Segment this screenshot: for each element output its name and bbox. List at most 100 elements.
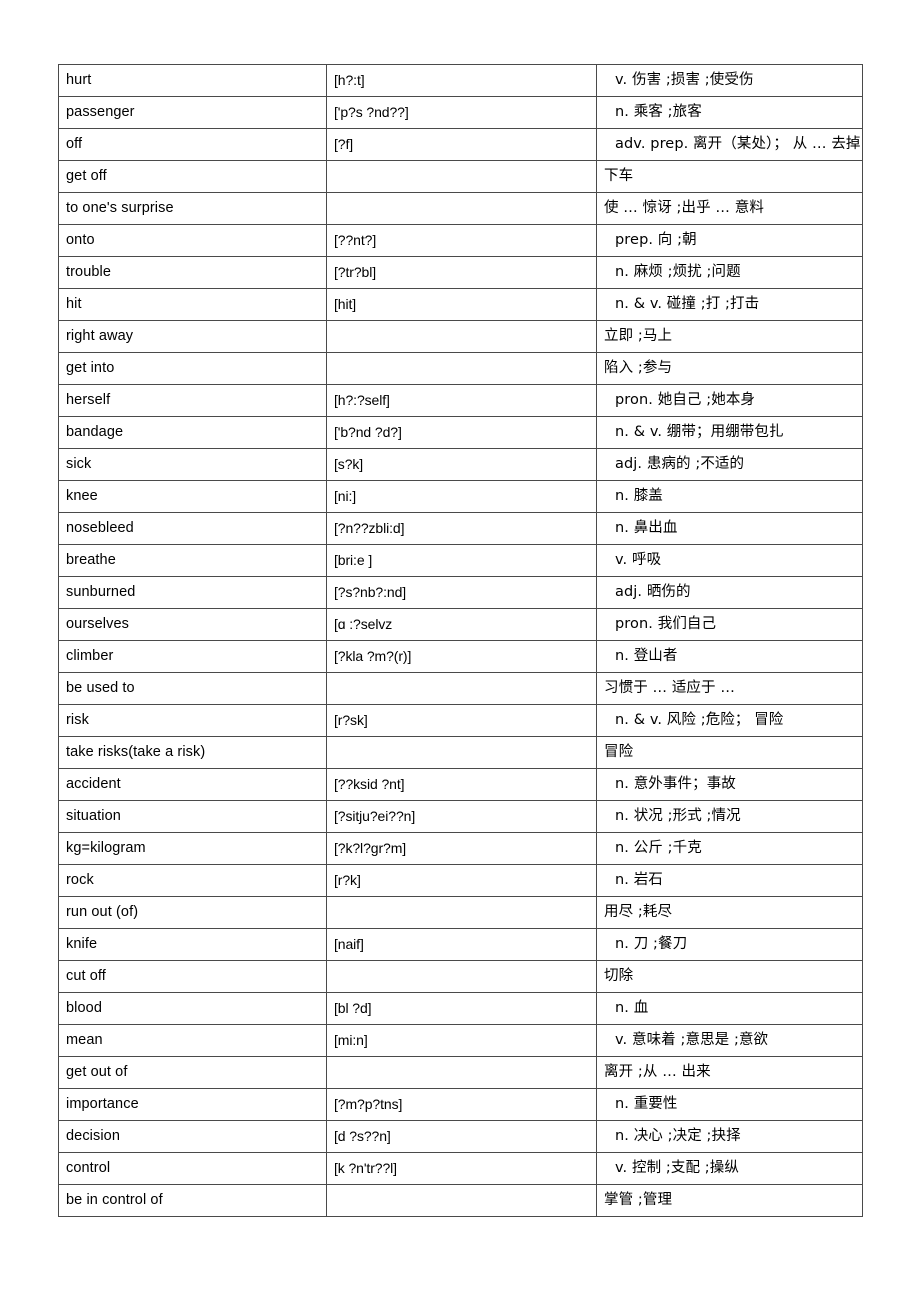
table-row: right away 立即 ;马上 — [58, 320, 863, 353]
table-row: run out (of) 用尽 ;耗尽 — [58, 896, 863, 929]
phonetic-cell — [326, 192, 597, 225]
word-cell: breathe — [58, 544, 327, 577]
definition-cell: n. & v. 碰撞 ;打 ;打击 — [596, 288, 863, 321]
table-row: knife [naif] n. 刀 ;餐刀 — [58, 928, 863, 961]
word-cell: sunburned — [58, 576, 327, 609]
definition-cell: adv. prep. 离开（某处）； 从 … 去掉 — [596, 128, 863, 161]
phonetic-cell: [?sitju?ei??n] — [326, 800, 597, 833]
table-row: off [?f] adv. prep. 离开（某处）； 从 … 去掉 — [58, 128, 863, 161]
phonetic-cell: [r?sk] — [326, 704, 597, 737]
table-row: kg=kilogram [?k?l?gr?m] n. 公斤 ;千克 — [58, 832, 863, 865]
definition-cell: n. 公斤 ;千克 — [596, 832, 863, 865]
phonetic-cell: [?k?l?gr?m] — [326, 832, 597, 865]
phonetic-cell: [ni:] — [326, 480, 597, 513]
phonetic-cell: [k ?n'tr??l] — [326, 1152, 597, 1185]
definition-cell: n. 麻烦 ;烦扰 ;问题 — [596, 256, 863, 289]
definition-cell: n. 岩石 — [596, 864, 863, 897]
word-cell: situation — [58, 800, 327, 833]
phonetic-cell: [h?:?self] — [326, 384, 597, 417]
definition-cell: n. 乘客 ;旅客 — [596, 96, 863, 129]
word-cell: kg=kilogram — [58, 832, 327, 865]
phonetic-cell: [?kla ?m?(r)] — [326, 640, 597, 673]
table-row: hurt [h?:t] v. 伤害 ;损害 ;使受伤 — [58, 64, 863, 97]
phonetic-cell: [??ksid ?nt] — [326, 768, 597, 801]
word-cell: herself — [58, 384, 327, 417]
word-cell: sick — [58, 448, 327, 481]
word-cell: rock — [58, 864, 327, 897]
word-cell: accident — [58, 768, 327, 801]
word-cell: take risks(take a risk) — [58, 736, 327, 769]
word-cell: mean — [58, 1024, 327, 1057]
phonetic-cell: [s?k] — [326, 448, 597, 481]
table-row: get into 陷入 ;参与 — [58, 352, 863, 385]
definition-cell: 习惯于 … 适应于 … — [596, 672, 863, 705]
definition-cell: n. & v. 风险 ;危险； 冒险 — [596, 704, 863, 737]
word-cell: to one's surprise — [58, 192, 327, 225]
word-cell: risk — [58, 704, 327, 737]
definition-cell: v. 呼吸 — [596, 544, 863, 577]
definition-cell: 离开 ;从 … 出来 — [596, 1056, 863, 1089]
definition-cell: v. 伤害 ;损害 ;使受伤 — [596, 64, 863, 97]
word-cell: onto — [58, 224, 327, 257]
phonetic-cell — [326, 1056, 597, 1089]
phonetic-cell: [??nt?] — [326, 224, 597, 257]
word-cell: get into — [58, 352, 327, 385]
table-row: cut off 切除 — [58, 960, 863, 993]
definition-cell: 立即 ;马上 — [596, 320, 863, 353]
word-cell: get off — [58, 160, 327, 193]
word-cell: off — [58, 128, 327, 161]
vocabulary-table: hurt [h?:t] v. 伤害 ;损害 ;使受伤 passenger ['p?s ?… — [58, 64, 863, 1217]
definition-cell: 切除 — [596, 960, 863, 993]
phonetic-cell: [bl ?d] — [326, 992, 597, 1025]
phonetic-cell — [326, 160, 597, 193]
word-cell: bandage — [58, 416, 327, 449]
definition-cell: n. 重要性 — [596, 1088, 863, 1121]
definition-cell: pron. 她自己 ;她本身 — [596, 384, 863, 417]
table-row: bandage ['b?nd ?d?] n. & v. 绷带；用绷带包扎 — [58, 416, 863, 449]
table-row: importance [?m?p?tns] n. 重要性 — [58, 1088, 863, 1121]
table-row: blood [bl ?d] n. 血 — [58, 992, 863, 1025]
table-row: sunburned [?s?nb?:nd] adj. 晒伤的 — [58, 576, 863, 609]
word-cell: ourselves — [58, 608, 327, 641]
word-cell: hurt — [58, 64, 327, 97]
phonetic-cell: [h?:t] — [326, 64, 597, 97]
word-cell: run out (of) — [58, 896, 327, 929]
word-cell: get out of — [58, 1056, 327, 1089]
word-cell: climber — [58, 640, 327, 673]
definition-cell: 冒险 — [596, 736, 863, 769]
definition-cell: n. 决心 ;决定 ;抉择 — [596, 1120, 863, 1153]
table-row: onto [??nt?] prep. 向 ;朝 — [58, 224, 863, 257]
definition-cell: n. 鼻出血 — [596, 512, 863, 545]
word-cell: knife — [58, 928, 327, 961]
phonetic-cell — [326, 960, 597, 993]
table-row: to one's surprise 使 … 惊讶 ;出乎 … 意料 — [58, 192, 863, 225]
word-cell: passenger — [58, 96, 327, 129]
vocabulary-table-body: hurt [h?:t] v. 伤害 ;损害 ;使受伤 passenger ['p?s ?… — [58, 64, 863, 1217]
definition-cell: 掌管 ;管理 — [596, 1184, 863, 1217]
definition-cell: n. & v. 绷带；用绷带包扎 — [596, 416, 863, 449]
definition-cell: n. 膝盖 — [596, 480, 863, 513]
phonetic-cell: [bri:e ] — [326, 544, 597, 577]
table-row: breathe [bri:e ] v. 呼吸 — [58, 544, 863, 577]
definition-cell: 使 … 惊讶 ;出乎 … 意料 — [596, 192, 863, 225]
table-row: sick [s?k] adj. 患病的 ;不适的 — [58, 448, 863, 481]
phonetic-cell: [?s?nb?:nd] — [326, 576, 597, 609]
phonetic-cell: [r?k] — [326, 864, 597, 897]
definition-cell: n. 意外事件；事故 — [596, 768, 863, 801]
page: hurt [h?:t] v. 伤害 ;损害 ;使受伤 passenger ['p?s ?… — [0, 0, 920, 1303]
table-row: ourselves [ɑ :?selvz pron. 我们自己 — [58, 608, 863, 641]
definition-cell: n. 登山者 — [596, 640, 863, 673]
phonetic-cell: [ɑ :?selvz — [326, 608, 597, 641]
definition-cell: prep. 向 ;朝 — [596, 224, 863, 257]
word-cell: decision — [58, 1120, 327, 1153]
word-cell: knee — [58, 480, 327, 513]
table-row: passenger ['p?s ?nd??] n. 乘客 ;旅客 — [58, 96, 863, 129]
definition-cell: n. 血 — [596, 992, 863, 1025]
table-row: take risks(take a risk) 冒险 — [58, 736, 863, 769]
table-row: mean [mi:n] v. 意味着 ;意思是 ;意欲 — [58, 1024, 863, 1057]
word-cell: importance — [58, 1088, 327, 1121]
phonetic-cell — [326, 352, 597, 385]
phonetic-cell — [326, 736, 597, 769]
table-row: get off 下车 — [58, 160, 863, 193]
word-cell: nosebleed — [58, 512, 327, 545]
